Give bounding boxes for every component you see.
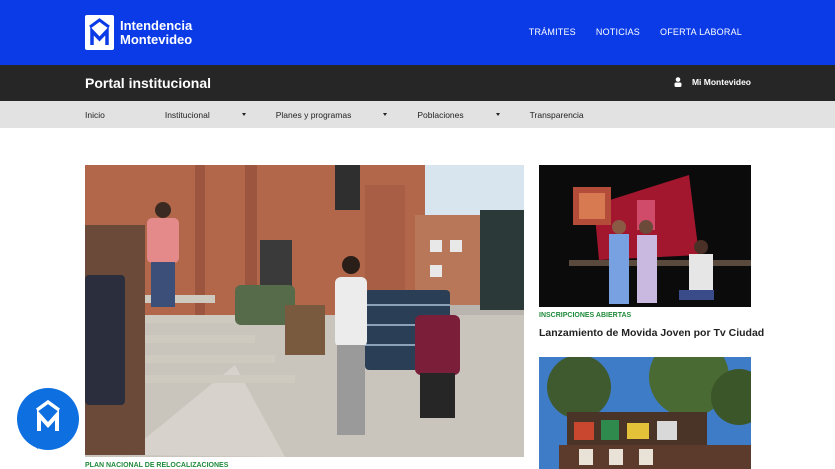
subnav-poblaciones-label: Poblaciones (417, 110, 464, 120)
main-news-tag[interactable]: PLAN NACIONAL DE RELOCALIZACIONES (85, 462, 228, 469)
subnav-planes[interactable]: Planes y programas (276, 110, 388, 120)
user-label: Mi Montevideo (691, 77, 751, 87)
side-news-title-1[interactable]: Lanzamiento de Movida Joven por Tv Ciuda… (539, 327, 764, 339)
sub-nav: Inicio Institucional Planes y programas … (0, 101, 835, 128)
top-nav: TRÁMITES NOTICIAS OFERTA LABORAL (529, 27, 742, 37)
logo-line1: Intendencia (120, 17, 193, 33)
side-news-tag-1[interactable]: INSCRIPCIONES ABIERTAS (539, 312, 631, 319)
chat-assistant-button[interactable] (12, 383, 84, 455)
nav-oferta-laboral[interactable]: OFERTA LABORAL (660, 27, 742, 37)
top-header: Intendencia Montevideo TRÁMITES NOTICIAS… (0, 0, 835, 65)
nav-tramites[interactable]: TRÁMITES (529, 27, 576, 37)
subnav-transparencia-label: Transparencia (529, 110, 584, 120)
portal-title[interactable]: Portal institucional (85, 75, 211, 91)
nav-noticias[interactable]: NOTICIAS (596, 27, 640, 37)
subnav-planes-label: Planes y programas (275, 110, 352, 120)
mi-montevideo-link[interactable]: Mi Montevideo (674, 77, 751, 87)
im-logo-icon (85, 15, 114, 50)
main-news-image[interactable] (85, 165, 524, 457)
caret-down-icon (495, 113, 500, 116)
caret-down-icon (383, 113, 388, 116)
logo-line2: Montevideo (120, 31, 193, 47)
subnav-institucional-label: Institucional (164, 110, 210, 120)
chat-assistant-icon (14, 385, 82, 453)
user-icon (674, 77, 682, 87)
portal-bar: Portal institucional Mi Montevideo (0, 65, 835, 101)
subnav-poblaciones[interactable]: Poblaciones (417, 110, 500, 120)
subnav-inicio-label: Inicio (85, 110, 105, 120)
logo-text: Intendencia Montevideo (120, 17, 193, 47)
site-logo[interactable]: Intendencia Montevideo (85, 15, 192, 50)
side-news-image-2[interactable] (539, 357, 751, 469)
caret-down-icon (241, 113, 246, 116)
subnav-institucional[interactable]: Institucional (165, 110, 246, 120)
subnav-inicio[interactable]: Inicio (85, 110, 135, 120)
subnav-transparencia[interactable]: Transparencia (530, 110, 614, 120)
side-news-image-1[interactable] (539, 165, 751, 307)
